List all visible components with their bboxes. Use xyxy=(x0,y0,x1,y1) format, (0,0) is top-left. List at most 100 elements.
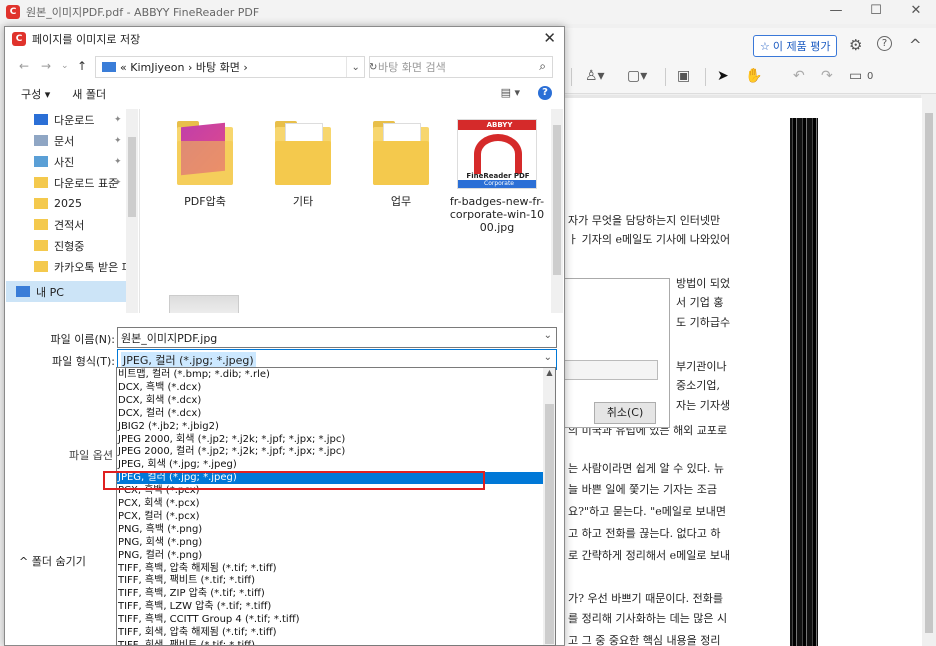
address-bar[interactable]: « KimJiyeon › 바탕 화면 › ⌄ ↻ xyxy=(95,56,377,78)
nav-item[interactable]: 견적서 xyxy=(6,214,139,235)
nav-item[interactable]: 다운로드 ✦ xyxy=(6,109,139,130)
document-scrollbar[interactable] xyxy=(922,95,936,646)
nav-item[interactable]: 다운로드 표준 ✦ xyxy=(6,172,139,193)
folder-icon xyxy=(34,135,48,146)
folder-item[interactable]: PDF압축 xyxy=(159,119,251,208)
help-icon[interactable]: ? xyxy=(877,36,892,51)
toolbar-divider xyxy=(665,68,666,86)
filetype-option[interactable]: TIFF, 흑백, CCITT Group 4 (*.tif; *.tiff) xyxy=(117,614,543,626)
nav-item[interactable]: 카카오톡 받은 파 xyxy=(6,256,139,277)
cancel-button[interactable]: 취소(C) xyxy=(594,402,656,424)
dialog-help-icon[interactable]: ? xyxy=(538,86,552,100)
abbyy-thumbnail-icon: ABBYY FineReader PDF Corporate xyxy=(457,119,537,189)
filetype-option[interactable]: PNG, 컬러 (*.png) xyxy=(117,550,543,562)
scroll-up-icon[interactable]: ▲ xyxy=(543,368,555,382)
forward-arrow-icon[interactable]: → xyxy=(41,59,51,73)
pink-folder-icon xyxy=(177,119,233,185)
back-arrow-icon[interactable]: ← xyxy=(19,59,29,73)
pc-icon xyxy=(102,62,116,72)
minimize-button[interactable]: — xyxy=(816,0,856,24)
view-options-icon[interactable]: ▤ ▾ xyxy=(501,86,520,99)
filetype-option[interactable]: JBIG2 (*.jb2; *.jbig2) xyxy=(117,421,543,433)
address-row: ← → ⌄ ↑ « KimJiyeon › 바탕 화면 › ⌄ ↻ 바탕 화면 … xyxy=(5,55,564,79)
dialog-title: 페이지를 이미지로 저장 xyxy=(32,33,141,46)
navigation-pane: 다운로드 ✦ 문서 ✦ 사진 ✦ 다운로드 표준 ✦ 2025 견적서 진형중 카카오톡 받은 파내 … xyxy=(6,109,140,313)
nav-item[interactable]: 진형중 xyxy=(6,235,139,256)
toolbar-divider xyxy=(705,68,706,86)
navigation-scrollbar[interactable] xyxy=(126,109,138,313)
chevron-down-icon[interactable]: ⌄ xyxy=(544,352,552,363)
collapse-ribbon-icon[interactable]: ^ xyxy=(909,36,922,54)
up-folder-icon[interactable]: ↑ xyxy=(77,59,87,73)
scrollbar-thumb[interactable] xyxy=(553,125,561,275)
app-logo-icon: C xyxy=(12,32,26,46)
page-tool-icon[interactable]: ▢▾ xyxy=(627,68,647,84)
select-pointer-icon[interactable]: ➤ xyxy=(717,68,729,84)
file-item[interactable]: ABBYY FineReader PDF Corporate fr-badges… xyxy=(447,119,547,234)
comments-icon[interactable]: ▭ xyxy=(849,68,862,84)
filetype-option[interactable]: TIFF, 흑백, 팩비트 (*.tif; *.tiff) xyxy=(117,575,543,587)
pin-icon: ✦ xyxy=(114,114,122,125)
filename-input[interactable]: 원본_이미지PDF.jpg ⌄ xyxy=(117,327,557,348)
dialog-close-icon[interactable]: ✕ xyxy=(543,29,556,47)
filetype-option[interactable]: DCX, 컬러 (*.dcx) xyxy=(117,408,543,420)
chevron-down-icon[interactable]: ⌄ xyxy=(544,330,552,341)
device-icon[interactable] xyxy=(169,295,239,313)
filetype-option[interactable]: PNG, 회색 (*.png) xyxy=(117,537,543,549)
nav-item-label: 사진 xyxy=(54,155,75,169)
folder-name: 업무 xyxy=(390,195,412,208)
recognize-tool-icon[interactable]: ▣ xyxy=(677,68,690,84)
filetype-option[interactable]: JPEG, 회색 (*.jpg; *.jpeg) xyxy=(117,459,543,471)
dropdown-scrollbar[interactable]: ▲ xyxy=(543,368,555,645)
organize-menu[interactable]: 구성 ▾ xyxy=(21,86,50,102)
nav-item[interactable]: 문서 ✦ xyxy=(6,130,139,151)
search-input[interactable]: 바탕 화면 검색 ⌕ xyxy=(369,56,553,78)
filetype-option[interactable]: PCX, 회색 (*.pcx) xyxy=(117,498,543,510)
filetype-option[interactable]: TIFF, 흑백, LZW 압축 (*.tif; *.tiff) xyxy=(117,601,543,613)
filetype-option[interactable]: JPEG 2000, 회색 (*.jp2; *.j2k; *.jpf; *.jp… xyxy=(117,434,543,446)
filetype-option[interactable]: TIFF, 흑백, ZIP 압축 (*.tif; *.tiff) xyxy=(117,588,543,600)
rate-product-button[interactable]: ☆ 이 제품 평가 xyxy=(753,35,838,57)
file-list-scrollbar[interactable] xyxy=(551,109,563,313)
stamp-tool-icon[interactable]: ♙▾ xyxy=(585,68,605,84)
nav-item-label: 견적서 xyxy=(54,218,85,232)
address-dropdown-arrow-icon[interactable]: ⌄ xyxy=(352,62,360,73)
nav-item[interactable]: 2025 xyxy=(6,193,139,214)
filetype-option[interactable]: PNG, 흑백 (*.png) xyxy=(117,524,543,536)
dialog-titlebar: C 페이지를 이미지로 저장 xyxy=(5,27,564,51)
filetype-option[interactable]: DCX, 흑백 (*.dcx) xyxy=(117,382,543,394)
filetype-option[interactable]: TIFF, 흑백, 압축 해제됨 (*.tif; *.tiff) xyxy=(117,563,543,575)
undo-icon[interactable]: ↶ xyxy=(793,68,805,84)
window-controls: — ☐ ✕ xyxy=(816,0,936,24)
filetype-option[interactable]: TIFF, 회색, 팩비트 (*.tif; *.tiff) xyxy=(117,640,543,645)
close-window-button[interactable]: ✕ xyxy=(896,0,936,24)
redo-icon[interactable]: ↷ xyxy=(821,68,833,84)
hand-pan-icon[interactable]: ✋ xyxy=(745,68,762,84)
pc-icon xyxy=(16,286,30,297)
filetype-option[interactable]: JPEG 2000, 컬러 (*.jp2; *.j2k; *.jpf; *.jp… xyxy=(117,446,543,458)
folder-icon xyxy=(34,261,48,272)
document-text-line: 중소기업, xyxy=(676,379,720,392)
settings-gear-icon[interactable]: ⚙ xyxy=(849,36,862,54)
filetype-option[interactable]: TIFF, 회색, 압축 해제됨 (*.tif; *.tiff) xyxy=(117,627,543,639)
hide-folders-button[interactable]: ^ 폴더 숨기기 xyxy=(19,553,86,569)
file-name: fr-badges-new-fr-corporate-win-1000.jpg xyxy=(449,195,545,234)
filetype-option[interactable]: DCX, 회색 (*.dcx) xyxy=(117,395,543,407)
new-folder-button[interactable]: 새 폴더 xyxy=(72,86,106,102)
nav-item[interactable]: 사진 ✦ xyxy=(6,151,139,172)
nav-item-label: 다운로드 xyxy=(54,113,95,127)
scrollbar-thumb[interactable] xyxy=(925,113,933,633)
nav-item[interactable]: 내 PC xyxy=(6,281,126,302)
document-text-line: 요?"하고 묻는다. "e메일로 보내면 xyxy=(568,505,726,518)
maximize-button[interactable]: ☐ xyxy=(856,0,896,24)
filetype-option[interactable]: 비트맵, 컬러 (*.bmp; *.dib; *.rle) xyxy=(117,369,543,381)
folder-icon xyxy=(275,119,331,185)
folder-item[interactable]: 기타 xyxy=(257,119,349,208)
scrollbar-thumb[interactable] xyxy=(545,404,554,644)
filetype-option[interactable]: PCX, 컬러 (*.pcx) xyxy=(117,511,543,523)
scrollbar-thumb[interactable] xyxy=(128,137,136,217)
recent-dropdown-icon[interactable]: ⌄ xyxy=(61,61,69,71)
comment-count: 0 xyxy=(867,71,874,82)
folder-item[interactable]: 업무 xyxy=(355,119,447,208)
document-text-line: 고 그 중 중요한 핵심 내용을 정리 xyxy=(568,634,721,646)
